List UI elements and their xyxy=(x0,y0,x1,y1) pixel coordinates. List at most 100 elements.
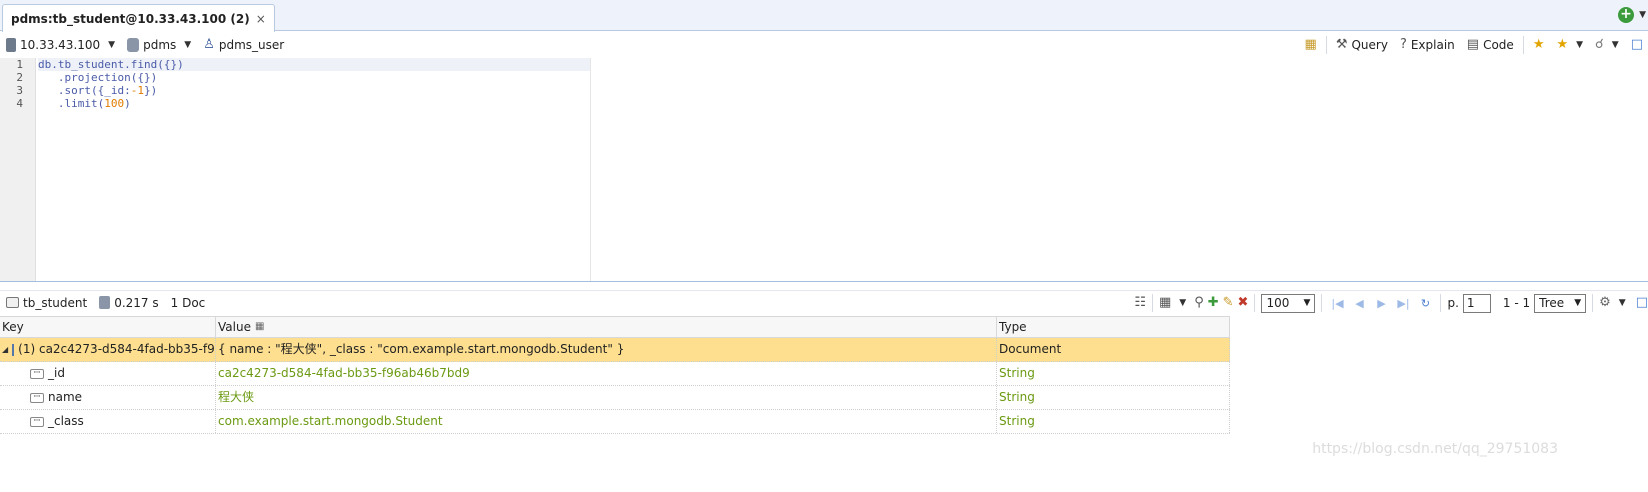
separator xyxy=(1592,294,1594,312)
line-number: 2 xyxy=(16,71,23,84)
page-size-value: 100 xyxy=(1266,296,1290,310)
timer-icon xyxy=(99,296,111,309)
query-editor[interactable]: 1 2 3 4 db.tb_student.find({}) .projecti… xyxy=(0,58,1648,282)
code-line[interactable]: .limit(100) xyxy=(38,97,590,110)
table-row[interactable]: "" _class com.example.start.mongodb.Stud… xyxy=(0,410,1230,434)
chevron-down-icon[interactable]: ▼ xyxy=(1179,298,1186,308)
column-options-icon[interactable]: ▦ xyxy=(255,320,264,334)
table-row[interactable]: "" _id ca2c4273-d584-4fad-bb35-f96ab46b7… xyxy=(0,362,1230,386)
hammer-icon: ⚒ xyxy=(1335,37,1348,52)
history-button[interactable]: ☌ ▼ xyxy=(1590,34,1624,56)
column-header-value[interactable]: Value ▦ xyxy=(216,317,997,337)
page-size-select[interactable]: 100 ▼ xyxy=(1261,293,1316,313)
document-count: 1 Doc xyxy=(165,296,212,310)
string-field-icon: "" xyxy=(30,392,44,403)
type-cell: Document xyxy=(997,338,1230,361)
tab-strip: pdms:tb_student@10.33.43.100 (2) × + ▼ xyxy=(0,0,1648,32)
editor-splitter[interactable] xyxy=(590,58,591,281)
code-area[interactable]: db.tb_student.find({}) .projection({}) .… xyxy=(38,58,590,110)
chevron-down-icon[interactable]: ▼ xyxy=(1619,298,1626,308)
separator xyxy=(1151,294,1153,312)
explain-button[interactable]: ? Explain xyxy=(1395,34,1460,56)
line-number: 1 xyxy=(16,58,23,71)
watermark: https://blog.csdn.net/qq_29751083 xyxy=(1312,441,1558,457)
key-cell: "" _class xyxy=(0,410,216,433)
code-button[interactable]: ▤ Code xyxy=(1462,34,1519,56)
key-text: (1) ca2c4273-d584-4fad-bb35-f96ab46b7bd9 xyxy=(18,342,215,356)
separator xyxy=(1325,36,1327,54)
key-text: _id xyxy=(48,366,65,380)
type-cell: String xyxy=(997,362,1230,385)
code-line[interactable]: db.tb_student.find({}) xyxy=(38,58,590,71)
execution-time-value: 0.217 s xyxy=(114,295,159,310)
key-text: name xyxy=(48,390,83,404)
window-icon[interactable]: □ xyxy=(1636,296,1648,310)
lock-button[interactable]: ▦ xyxy=(1300,34,1322,56)
value-cell: ca2c4273-d584-4fad-bb35-f96ab46b7bd9 xyxy=(216,362,997,385)
server-host: 10.33.43.100 xyxy=(20,38,101,52)
question-icon: ? xyxy=(1399,37,1407,52)
detach-button[interactable]: □ xyxy=(1626,34,1648,56)
query-toolbar: 10.33.43.100 ▼ pdms ▼ ♙ pdms_user ▦ ⚒ Qu… xyxy=(0,32,1648,58)
last-page-icon[interactable]: ▶| xyxy=(1394,297,1412,310)
add-favorite-button[interactable]: ★ xyxy=(1528,34,1550,56)
refresh-icon[interactable]: ↻ xyxy=(1416,297,1434,310)
find-icon[interactable]: ⚲ xyxy=(1194,296,1204,310)
line-number: 3 xyxy=(16,84,23,97)
type-cell: String xyxy=(997,386,1230,409)
add-tab-icon[interactable]: + xyxy=(1618,7,1634,23)
query-button[interactable]: ⚒ Query xyxy=(1331,34,1393,56)
type-cell: String xyxy=(997,410,1230,433)
result-toolbar: tb_student 0.217 s 1 Doc ☷ ▦ ▼ ⚲ ✚ ✎ ✖ 1… xyxy=(0,290,1648,314)
user-indicator: ♙ pdms_user xyxy=(197,37,290,53)
database-selector[interactable]: pdms ▼ xyxy=(121,38,197,52)
page-input[interactable]: 1 xyxy=(1462,293,1491,313)
user-icon: ♙ xyxy=(203,37,215,52)
separator xyxy=(1440,294,1442,312)
document-count-value: 1 Doc xyxy=(170,295,206,310)
code-line[interactable]: .projection({}) xyxy=(38,71,590,84)
key-cell: "" name xyxy=(0,386,216,409)
collapse-triangle-icon[interactable]: ◢ xyxy=(2,338,8,361)
star-icon: ★ xyxy=(1556,37,1569,52)
database-name: pdms xyxy=(143,38,177,52)
table-row[interactable]: ◢ (1) ca2c4273-d584-4fad-bb35-f96ab46b7b… xyxy=(0,338,1230,362)
column-header-value-label: Value xyxy=(218,320,251,334)
page-range: 1 - 1 xyxy=(1502,296,1531,310)
settings-icon[interactable]: ⚙ xyxy=(1599,296,1611,310)
chevron-down-icon: ▼ xyxy=(1611,40,1619,50)
string-field-icon: "" xyxy=(30,416,44,427)
server-selector[interactable]: 10.33.43.100 ▼ xyxy=(0,38,121,52)
first-page-icon[interactable]: |◀ xyxy=(1328,297,1346,310)
table-row[interactable]: "" name 程大侠 String xyxy=(0,386,1230,410)
value-cell: 程大侠 xyxy=(216,386,997,409)
previous-page-icon[interactable]: ◀ xyxy=(1350,297,1368,310)
next-page-icon[interactable]: ▶ xyxy=(1372,297,1390,310)
result-tools: ☷ ▦ ▼ ⚲ ✚ ✎ ✖ 100 ▼ |◀ ◀ ▶ ▶| ↻ p. 1 1 -… xyxy=(1134,291,1648,315)
close-tab-icon[interactable]: × xyxy=(256,12,266,26)
line-number-gutter: 1 2 3 4 xyxy=(0,58,36,281)
column-header-type[interactable]: Type xyxy=(997,317,1230,337)
column-header-key[interactable]: Key xyxy=(0,317,216,337)
key-text: _class xyxy=(48,414,84,428)
code-icon: ▤ xyxy=(1466,37,1480,52)
edit-document-icon[interactable]: ✎ xyxy=(1223,296,1234,310)
value-cell: com.example.start.mongodb.Student xyxy=(216,410,997,433)
query-tab[interactable]: pdms:tb_student@10.33.43.100 (2) × xyxy=(2,4,275,32)
query-label: Query xyxy=(1351,38,1388,52)
chevron-down-icon: ▼ xyxy=(184,40,192,50)
favorites-button[interactable]: ★ ▼ xyxy=(1551,34,1588,56)
star-add-icon: ★ xyxy=(1532,37,1545,52)
add-document-icon[interactable]: ✚ xyxy=(1208,296,1219,310)
document-icon xyxy=(12,343,15,356)
tab-menu-chevron-icon[interactable]: ▼ xyxy=(1639,10,1646,20)
window-icon: □ xyxy=(1630,37,1643,52)
code-line[interactable]: .sort({_id:-1}) xyxy=(38,84,590,97)
collection-info: tb_student xyxy=(0,296,93,310)
schema-icon[interactable]: ☷ xyxy=(1134,296,1146,310)
string-field-icon: "" xyxy=(30,368,44,379)
view-mode-select[interactable]: Tree ▼ xyxy=(1534,293,1587,313)
grid-view-icon[interactable]: ▦ xyxy=(1159,296,1171,310)
explain-label: Explain xyxy=(1410,38,1455,52)
delete-document-icon[interactable]: ✖ xyxy=(1238,296,1249,310)
